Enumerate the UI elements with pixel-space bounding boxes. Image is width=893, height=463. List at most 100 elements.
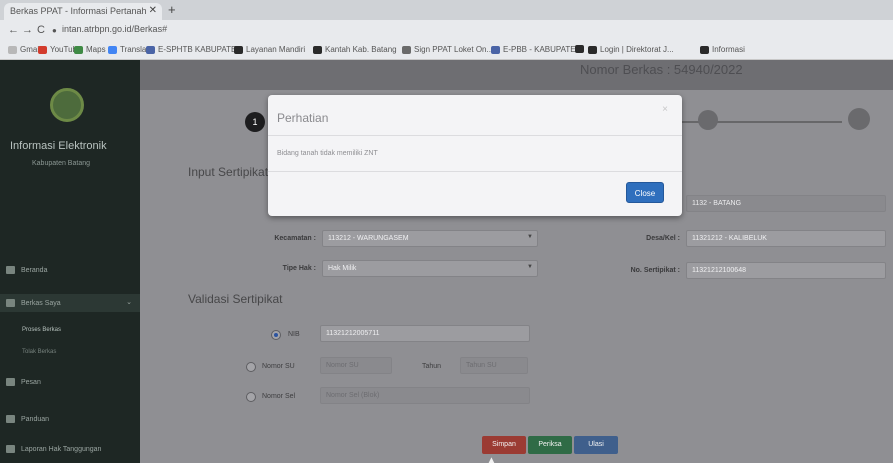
bookmark-icon: [588, 45, 597, 54]
bookmark-icon: [8, 45, 17, 54]
tahun-field[interactable]: Tahun SU: [460, 357, 528, 374]
bookmark-item[interactable]: Login | Direktorat J...: [588, 45, 674, 54]
nomor-su-label: Nomor SU: [262, 363, 295, 370]
bookmark-icon: [491, 45, 500, 54]
bookmark-icon: [234, 45, 243, 54]
no-sertipikat-label: No. Sertipikat :: [630, 267, 680, 274]
bookmark-icon: [575, 45, 584, 53]
forward-icon[interactable]: →: [22, 24, 33, 36]
top-header-strip: Nomor Berkas : 54940/2022: [140, 60, 893, 90]
bookmark-item[interactable]: Layanan Mandiri: [234, 45, 305, 54]
bookmark-item[interactable]: Kantah Kab. Batang: [313, 45, 397, 54]
sidebar-item-laporan[interactable]: Laporan Hak Tanggungan: [6, 445, 101, 453]
sidebar-label: Panduan: [21, 415, 50, 423]
bookmark-item[interactable]: Sign PPAT Loket On...: [402, 45, 493, 54]
modal-close-button[interactable]: Close: [626, 182, 664, 203]
bookmark-icon: [313, 45, 322, 54]
desa-label: Desa/Kel :: [646, 235, 680, 242]
simpan-button[interactable]: Simpan: [482, 436, 526, 454]
tab-title: Berkas PPAT - Informasi Pertanah: [10, 6, 147, 16]
nomor-su-field[interactable]: Nomor SU: [320, 357, 392, 374]
sidebar-item-berkas-saya[interactable]: Berkas Saya ⌄: [0, 294, 140, 312]
lock-icon: ●: [52, 26, 57, 35]
modal-message: Bidang tanah tidak memiliki ZNT: [277, 150, 378, 157]
back-icon[interactable]: ←: [8, 24, 19, 36]
sidebar-label: Beranda: [21, 266, 48, 274]
alert-modal: Perhatian × Bidang tanah tidak memiliki …: [268, 95, 682, 216]
url-field[interactable]: intan.atrbpn.go.id/Berkas#: [62, 24, 167, 34]
logo-emblem-icon: [50, 88, 84, 122]
page-title: Nomor Berkas : 54940/2022: [580, 62, 743, 77]
folder-icon: [6, 299, 15, 307]
bookmark-item[interactable]: E-PBB - KABUPATE...: [491, 45, 582, 54]
address-bar-row: ← → C ● intan.atrbpn.go.id/Berkas#: [0, 20, 893, 42]
step-2-indicator: [698, 110, 718, 130]
sidebar-label: Berkas Saya: [21, 299, 61, 307]
periksa-button[interactable]: Periksa: [528, 436, 572, 454]
help-icon: [6, 415, 15, 423]
section-title-validasi: Validasi Sertipikat: [188, 292, 283, 306]
sidebar-item-beranda[interactable]: Beranda: [6, 266, 47, 274]
bookmark-item[interactable]: [575, 45, 587, 53]
bookmark-label: Login | Direktorat J...: [600, 45, 674, 54]
kecamatan-select[interactable]: 113212 - WARUNGASEM ▼: [322, 230, 538, 247]
chart-icon: [6, 445, 15, 453]
message-icon: [6, 378, 15, 386]
bookmark-label: Sign PPAT Loket On...: [414, 45, 494, 54]
sidebar-subitem-proses-berkas[interactable]: Proses Berkas: [22, 327, 61, 333]
nib-label: NIB: [288, 331, 300, 338]
kabupaten-field[interactable]: 1132 - BATANG: [686, 195, 886, 212]
tipe-hak-select[interactable]: Hak Milik ▼: [322, 260, 538, 277]
radio-nomor-sel[interactable]: [246, 392, 256, 402]
bookmark-item[interactable]: Informasi: [700, 45, 745, 54]
bookmark-label: Informasi: [712, 45, 745, 54]
bookmark-icon: [700, 45, 709, 54]
bookmark-label: Maps: [86, 45, 106, 54]
browser-tab[interactable]: Berkas PPAT - Informasi Pertanah ✕: [4, 3, 162, 20]
bookmark-icon: [402, 45, 411, 54]
app-viewport: Nomor Berkas : 54940/2022 Informasi Elek…: [0, 60, 893, 463]
bookmark-item[interactable]: Gmail: [8, 45, 41, 54]
radio-nomor-su[interactable]: [246, 362, 256, 372]
desa-field[interactable]: 11321212 - KALIBELUK: [686, 230, 886, 247]
kecamatan-label: Kecamatan :: [274, 235, 316, 242]
tahun-label: Tahun: [422, 363, 442, 370]
modal-divider: [268, 135, 682, 136]
tipe-hak-value: Hak Milik: [328, 265, 357, 272]
bookmarks-bar: Gmail YouTube Maps Translate E-SPHTB KABUPAT…: [0, 42, 893, 60]
bookmark-item[interactable]: Maps: [74, 45, 106, 54]
nomor-sel-field[interactable]: Nomor Sel (Blok): [320, 387, 530, 404]
brand-subtitle: Kabupaten Batang: [32, 160, 90, 167]
sidebar-item-panduan[interactable]: Panduan: [6, 415, 49, 423]
sidebar-item-pesan[interactable]: Pesan: [6, 378, 41, 386]
modal-close-icon[interactable]: ×: [662, 104, 668, 115]
new-tab-button[interactable]: +: [168, 2, 176, 17]
mouse-cursor-icon: ▲: [485, 453, 498, 463]
nomor-sel-label: Nomor Sel: [262, 393, 296, 400]
nib-field[interactable]: 11321212005711: [320, 325, 530, 342]
step-3-indicator: [848, 108, 870, 130]
tab-close-icon[interactable]: ✕: [149, 5, 157, 16]
bookmark-label: Kantah Kab. Batang: [325, 45, 397, 54]
step-1-indicator: 1: [245, 112, 265, 132]
chevron-down-icon: ⌄: [126, 299, 132, 306]
browser-tab-bar: Berkas PPAT - Informasi Pertanah ✕ +: [0, 0, 893, 20]
bookmark-icon: [38, 45, 47, 54]
reload-icon[interactable]: C: [37, 24, 45, 36]
bookmark-icon: [146, 45, 155, 54]
no-sertipikat-field[interactable]: 11321212100648: [686, 262, 886, 279]
ulasi-button[interactable]: Ulasi: [574, 436, 618, 454]
section-title-input-sertipikat: Input Sertipikat: [188, 165, 269, 179]
radio-nib[interactable]: [271, 330, 281, 340]
kecamatan-value: 113212 - WARUNGASEM: [328, 235, 409, 242]
bookmark-item[interactable]: E-SPHTB KABUPATE...: [146, 45, 243, 54]
sidebar: Informasi Elektronik Kabupaten Batang Be…: [0, 60, 140, 463]
modal-title: Perhatian: [277, 111, 329, 125]
chevron-down-icon: ▼: [527, 264, 533, 270]
chevron-down-icon: ▼: [527, 234, 533, 240]
bookmark-icon: [108, 45, 117, 54]
modal-divider: [268, 171, 682, 172]
sidebar-subitem-tolak-berkas[interactable]: Tolak Berkas: [22, 349, 56, 355]
sidebar-label: Pesan: [21, 378, 41, 386]
sidebar-label: Laporan Hak Tanggungan: [21, 445, 102, 453]
